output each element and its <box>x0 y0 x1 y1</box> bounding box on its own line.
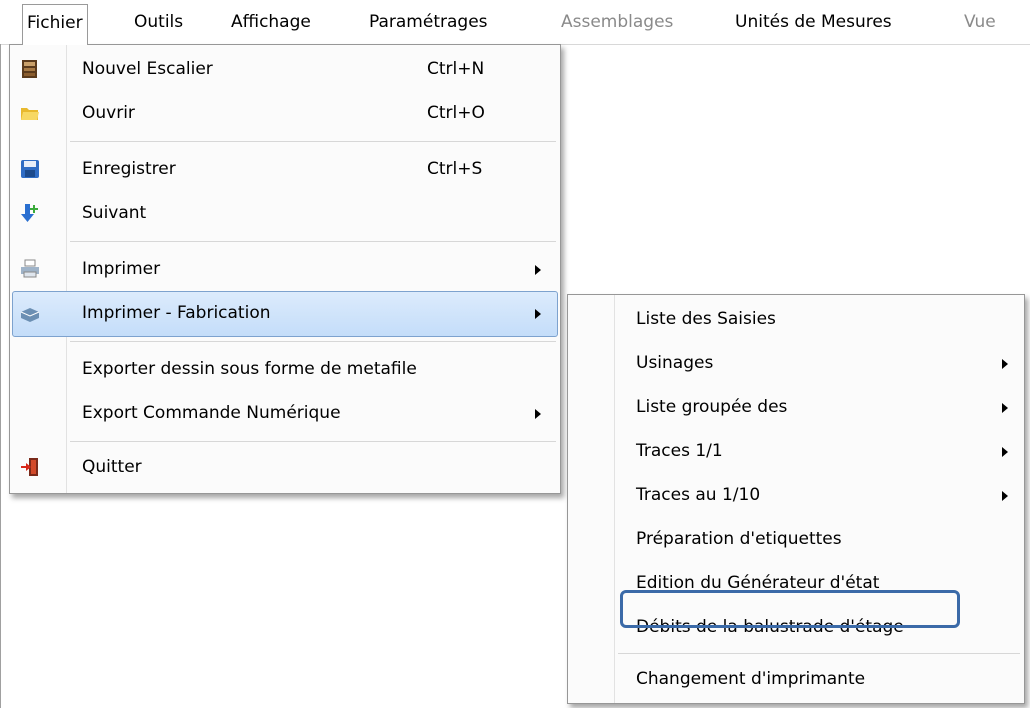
menu-item-shortcut: Ctrl+N <box>427 59 485 79</box>
floppy-disk-icon <box>20 159 40 179</box>
menu-item-label: Nouvel Escalier <box>82 59 213 79</box>
menu-item-label: Imprimer - Fabrication <box>82 303 271 323</box>
menu-item-enregistrer[interactable]: Enregistrer Ctrl+S <box>12 147 558 193</box>
submenu-arrow-icon <box>1002 403 1008 413</box>
menu-separator <box>70 141 556 142</box>
menu-item-label: Changement d'imprimante <box>636 669 866 689</box>
menu-item-label: Imprimer <box>82 259 161 279</box>
menu-item-nouvel-escalier[interactable]: Nouvel Escalier Ctrl+N <box>12 47 558 93</box>
menu-outils[interactable]: Outils <box>130 4 187 40</box>
submenu-item-usinages[interactable]: Usinages <box>570 341 1022 387</box>
menu-item-imprimer[interactable]: Imprimer <box>12 247 558 293</box>
menu-item-label: Usinages <box>636 353 714 373</box>
menu-parametrages[interactable]: Paramétrages <box>365 4 492 40</box>
annotation-highlight-box <box>620 590 960 628</box>
menu-item-label: Enregistrer <box>82 159 176 179</box>
submenu-item-liste-groupee[interactable]: Liste groupée des <box>570 385 1022 431</box>
menu-item-label: Liste des Saisies <box>636 309 776 329</box>
menu-item-label: Ouvrir <box>82 103 135 123</box>
menu-unites-de-mesures[interactable]: Unités de Mesures <box>731 4 896 40</box>
menu-separator <box>70 241 556 242</box>
menu-item-quitter[interactable]: Quitter <box>12 445 558 491</box>
menu-vue: Vue <box>964 12 996 32</box>
menu-item-label: Suivant <box>82 203 147 223</box>
menu-affichage[interactable]: Affichage <box>227 4 315 40</box>
file-menu: Nouvel Escalier Ctrl+N Ouvrir Ctrl+O Enr… <box>9 44 561 494</box>
menu-separator <box>618 653 1020 654</box>
menu-item-label: Traces 1/1 <box>636 441 723 461</box>
menu-item-ouvrir[interactable]: Ouvrir Ctrl+O <box>12 91 558 137</box>
menu-item-imprimer-fabrication[interactable]: Imprimer - Fabrication <box>12 291 558 337</box>
submenu-arrow-icon <box>535 309 541 319</box>
printer-icon <box>20 259 40 279</box>
submenu-arrow-icon <box>535 409 541 419</box>
menu-item-shortcut: Ctrl+S <box>427 159 483 179</box>
menu-separator <box>70 441 556 442</box>
menu-item-suivant[interactable]: Suivant <box>12 191 558 237</box>
menu-fichier[interactable]: Fichier <box>22 4 88 45</box>
submenu-item-preparation-etiquettes[interactable]: Préparation d'etiquettes <box>570 517 1022 563</box>
submenu-item-changement-imprimante[interactable]: Changement d'imprimante <box>570 657 1022 703</box>
menu-item-label: Export Commande Numérique <box>82 403 341 423</box>
menu-item-label: Traces au 1/10 <box>636 485 761 505</box>
menu-item-shortcut: Ctrl+O <box>427 103 485 123</box>
menu-item-label: Quitter <box>82 457 142 477</box>
submenu-item-liste-des-saisies[interactable]: Liste des Saisies <box>570 297 1022 343</box>
submenu-arrow-icon <box>1002 491 1008 501</box>
printer-fabrication-icon <box>20 303 40 323</box>
window-left-border <box>0 44 1 708</box>
menu-item-label: Exporter dessin sous forme de metafile <box>82 359 417 379</box>
submenu-arrow-icon <box>1002 359 1008 369</box>
exit-door-icon <box>20 457 40 477</box>
menu-item-label: Préparation d'etiquettes <box>636 529 842 549</box>
menu-item-export-commande-numerique[interactable]: Export Commande Numérique <box>12 391 558 437</box>
new-stair-icon <box>20 59 40 79</box>
submenu-item-traces-1-10[interactable]: Traces au 1/10 <box>570 473 1022 519</box>
fabrication-submenu: Liste des Saisies Usinages Liste groupée… <box>567 294 1025 704</box>
menu-separator <box>70 341 556 342</box>
submenu-item-traces-1-1[interactable]: Traces 1/1 <box>570 429 1022 475</box>
menu-bar: Fichier Outils Affichage Paramétrages As… <box>0 0 1030 45</box>
submenu-arrow-icon <box>535 265 541 275</box>
menu-item-exporter-metafile[interactable]: Exporter dessin sous forme de metafile <box>12 347 558 393</box>
folder-open-icon <box>20 103 40 123</box>
menu-assemblages: Assemblages <box>561 12 674 32</box>
menu-item-label: Liste groupée des <box>636 397 788 417</box>
submenu-arrow-icon <box>1002 447 1008 457</box>
next-arrow-icon <box>20 203 40 223</box>
